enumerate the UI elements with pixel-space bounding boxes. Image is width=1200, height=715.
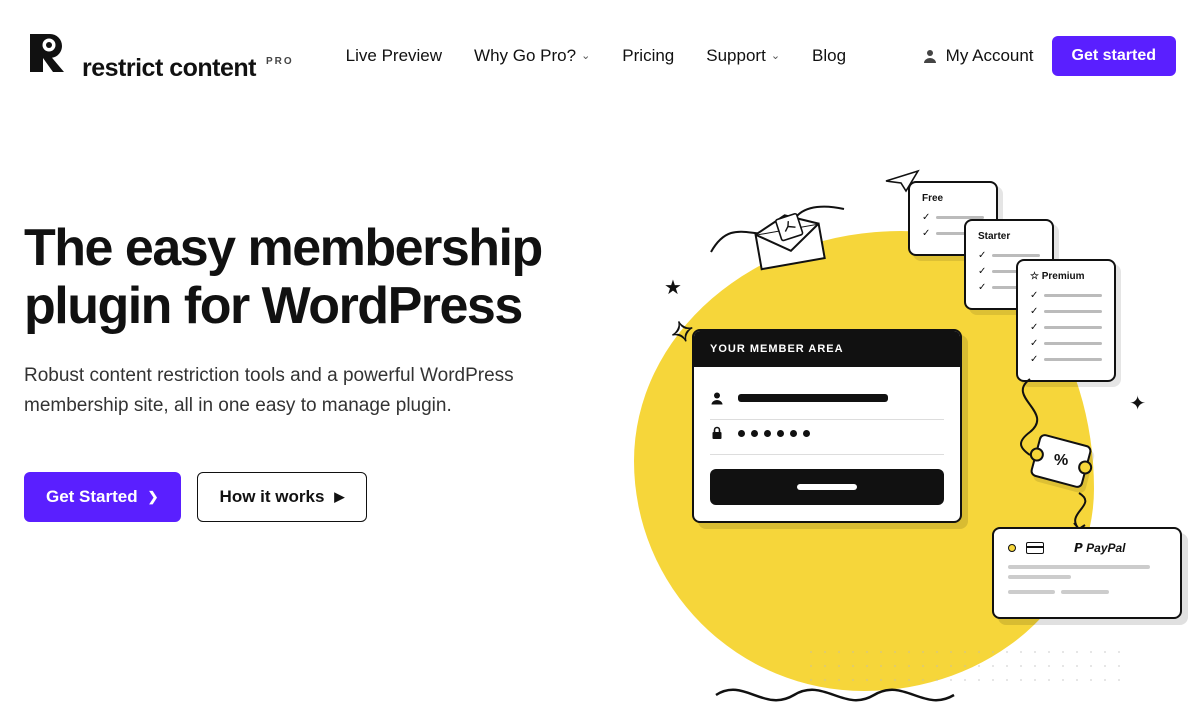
radio-selected-icon [1008, 544, 1016, 552]
logo-pro-badge: PRO [266, 56, 294, 67]
user-icon [922, 48, 938, 64]
how-it-works-button[interactable]: How it works ▶ [197, 472, 368, 522]
play-icon: ▶ [334, 489, 344, 505]
logo-icon [24, 28, 72, 76]
hero-subtitle: Robust content restriction tools and a p… [24, 361, 564, 420]
payment-card: 𝙋 PayPal [992, 527, 1182, 619]
hero-cta-group: Get Started ❯ How it works ▶ [24, 472, 584, 522]
wave-line [714, 675, 974, 715]
site-header: restrict content PRO Live Preview Why Go… [0, 0, 1200, 111]
nav-pricing[interactable]: Pricing [622, 46, 674, 66]
credit-card-icon [1026, 542, 1044, 554]
member-area-header: YOUR MEMBER AREA [694, 331, 960, 367]
get-started-button[interactable]: Get Started ❯ [24, 472, 181, 522]
hero-title: The easy membership plugin for WordPress [24, 219, 584, 335]
tier-premium-card: ☆ Premium ✓ ✓ ✓ ✓ ✓ [1016, 259, 1116, 382]
nav-blog[interactable]: Blog [812, 46, 846, 66]
user-icon [710, 391, 724, 405]
star-icon: ★ [664, 275, 682, 300]
nav-live-preview[interactable]: Live Preview [346, 46, 442, 66]
paypal-logo: 𝙋 PayPal [1074, 541, 1126, 555]
star-icon: ✦ [1129, 391, 1146, 416]
username-scribble [738, 394, 888, 402]
my-account-link[interactable]: My Account [922, 46, 1034, 66]
member-area-card: YOUR MEMBER AREA [692, 329, 962, 523]
logo-text: restrict content [82, 54, 256, 83]
get-started-header-button[interactable]: Get started [1052, 36, 1176, 76]
account-area: My Account Get started [922, 36, 1176, 76]
hero: The easy membership plugin for WordPress… [0, 111, 1200, 699]
chevron-down-icon: ⌄ [771, 49, 780, 62]
chevron-right-icon: ❯ [148, 489, 159, 505]
password-dots [738, 430, 810, 437]
password-row [710, 420, 944, 455]
username-row [710, 385, 944, 420]
lock-icon [710, 426, 724, 440]
primary-nav: Live Preview Why Go Pro?⌄ Pricing Suppor… [346, 46, 846, 66]
login-button-mock [710, 469, 944, 505]
chevron-down-icon: ⌄ [581, 49, 590, 62]
hero-copy: The easy membership plugin for WordPress… [24, 159, 584, 699]
hero-illustration: ★ ⟡ YOUR MEMBER AREA Free ✓ ✓ Starte [584, 159, 1176, 699]
nav-support[interactable]: Support⌄ [706, 46, 780, 66]
star-icon: ☆ [1030, 271, 1039, 282]
nav-why-go-pro[interactable]: Why Go Pro?⌄ [474, 46, 590, 66]
logo[interactable]: restrict content PRO [24, 28, 294, 83]
